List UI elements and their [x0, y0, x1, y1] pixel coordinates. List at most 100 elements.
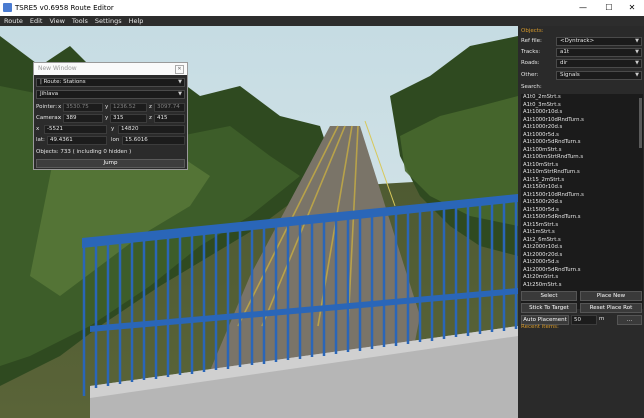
object-list-item[interactable]: A1t2_6mStrt.s [521, 237, 638, 245]
chevron-down-icon: ▼ [178, 79, 182, 85]
camera-x-axis: x [58, 115, 62, 121]
object-list-item[interactable]: A1t0_3mStrt.s [521, 102, 638, 110]
object-list-item[interactable]: A1t1500r5d.s [521, 207, 638, 215]
other-combo[interactable]: Signals ▼ [556, 71, 642, 80]
place-combo-value: Jihlava [40, 91, 59, 97]
stick-to-target-button[interactable]: Stick To Target [521, 303, 577, 313]
tracks-combo[interactable]: a1t ▼ [556, 48, 642, 57]
camera-x-field[interactable]: 389 [63, 114, 103, 123]
object-list-item[interactable]: A1t10mStrtRndTurn.s [521, 169, 638, 177]
title-bar: TSRE5 v0.6958 Route Editor — ☐ ✕ [0, 0, 644, 16]
object-list-item[interactable]: A1t2000r5d.s [521, 259, 638, 267]
object-list-item[interactable]: A1t2000r20d.s [521, 252, 638, 260]
recent-items-label: Recent items: [521, 324, 559, 330]
reset-place-rot-button[interactable]: Reset Place Rot [580, 303, 642, 313]
object-list-item[interactable]: A1t1500r10dRndTurn.s [521, 192, 638, 200]
auto-placement-unit: m [599, 316, 605, 322]
chevron-down-icon: ▼ [635, 49, 639, 55]
object-list-item[interactable]: A1t2000r10d.s [521, 244, 638, 252]
objects-panel: Objects: Ref file: <Dyntrack> ▼ Tracks: … [518, 26, 644, 418]
camera-y-axis: y [105, 115, 109, 121]
object-list-item[interactable]: A1t15_2mStrt.s [521, 177, 638, 185]
route-combo-value: | Route: Stations [40, 79, 86, 85]
chevron-down-icon: ▼ [635, 72, 639, 78]
tracks-value: a1t [560, 49, 570, 55]
3d-viewport[interactable]: New Window ✕ | Route: Stations ▼ Jihlava… [0, 26, 518, 418]
x-field[interactable]: -5521 [44, 125, 107, 134]
object-list-item[interactable]: A1t100mStrt.s [521, 147, 638, 155]
search-label: Search: [521, 84, 542, 90]
lat-label: lat: [36, 137, 45, 143]
scrollbar-thumb[interactable] [639, 98, 642, 148]
camera-y-field[interactable]: 315 [110, 114, 147, 123]
lat-field[interactable]: 49.4361 [47, 136, 107, 145]
pointer-x-field: 3530.75 [63, 103, 103, 112]
close-button[interactable]: ✕ [622, 2, 642, 14]
y-field[interactable]: 14820 [118, 125, 185, 134]
new-window-titlebar[interactable]: New Window ✕ [34, 63, 187, 75]
object-list[interactable]: A1t0_2mStrt.s A1t0_3mStrt.s A1t1000r10d.s A… [521, 94, 638, 309]
new-window-dialog: New Window ✕ | Route: Stations ▼ Jihlava… [33, 62, 188, 170]
maximize-button[interactable]: ☐ [599, 2, 619, 14]
app-icon [3, 3, 12, 12]
menu-edit[interactable]: Edit [26, 16, 46, 25]
new-window-close-button[interactable]: ✕ [175, 65, 184, 74]
object-list-item[interactable]: A1t100mStrtRndTurn.s [521, 154, 638, 162]
camera-z-axis: z [149, 115, 152, 121]
menu-view[interactable]: View [45, 16, 67, 25]
jump-button[interactable]: Jump [36, 159, 185, 168]
object-list-item[interactable]: A1t1000r5dRndTurn.s [521, 139, 638, 147]
object-list-item[interactable]: A1t1000r10d.s [521, 109, 638, 117]
roads-value: dir [560, 60, 568, 66]
ref-file-label: Ref file: [521, 38, 542, 44]
object-list-item[interactable]: A1t1500r10d.s [521, 184, 638, 192]
lon-field[interactable]: 15.6016 [122, 136, 185, 145]
object-list-item[interactable]: A1t1500r20d.s [521, 199, 638, 207]
camera-label: Camera: [36, 115, 60, 121]
menu-bar: Route Edit View Tools Settings Help [0, 16, 644, 26]
route-combo[interactable]: | Route: Stations ▼ [36, 78, 185, 87]
pointer-label: Pointer: [36, 104, 58, 110]
tracks-label: Tracks: [521, 49, 541, 55]
pointer-z-field: 3097.74 [154, 103, 185, 112]
menu-help[interactable]: Help [125, 16, 147, 25]
object-list-item[interactable]: A1t1000r10dRndTurn.s [521, 117, 638, 125]
pointer-y-axis: y [105, 104, 109, 110]
other-label: Other: [521, 72, 539, 78]
pointer-z-axis: z [149, 104, 152, 110]
object-list-item[interactable]: A1t0_2mStrt.s [521, 94, 638, 102]
auto-placement-distance[interactable]: 50 [571, 315, 597, 325]
object-list-item[interactable]: A1t15mStrt.s [521, 222, 638, 230]
object-list-item[interactable]: A1t1000r5d.s [521, 132, 638, 140]
place-combo[interactable]: Jihlava ▼ [36, 90, 185, 99]
chevron-down-icon: ▼ [635, 60, 639, 66]
menu-tools[interactable]: Tools [68, 16, 91, 25]
place-new-button[interactable]: Place New [580, 291, 642, 301]
x-label: x [36, 126, 40, 132]
chevron-down-icon: ▼ [178, 91, 182, 97]
ref-file-value: <Dyntrack> [560, 38, 595, 44]
y-label: y [111, 126, 115, 132]
object-list-item[interactable]: A1t20mStrt.s [521, 274, 638, 282]
new-window-title: New Window [38, 65, 77, 72]
menu-settings[interactable]: Settings [91, 16, 125, 25]
roads-combo[interactable]: dir ▼ [556, 59, 642, 68]
minimize-button[interactable]: — [573, 2, 593, 14]
ref-file-combo[interactable]: <Dyntrack> ▼ [556, 37, 642, 46]
object-list-item[interactable]: A1t10mStrt.s [521, 162, 638, 170]
pointer-x-axis: x [58, 104, 62, 110]
menu-route[interactable]: Route [0, 16, 26, 25]
more-options-button[interactable]: ... [617, 315, 642, 325]
object-list-item[interactable]: A1t1000r20d.s [521, 124, 638, 132]
object-list-item[interactable]: A1t2000r5dRndTurn.s [521, 267, 638, 275]
object-list-item[interactable]: A1t250mStrt.s [521, 282, 638, 290]
select-button[interactable]: Select [521, 291, 577, 301]
object-list-item[interactable]: A1t1500r5dRndTurn.s [521, 214, 638, 222]
objects-count: Objects: 733 ( including 0 hidden ) [36, 149, 132, 155]
pointer-y-field: 1236.52 [110, 103, 147, 112]
object-list-scrollbar[interactable] [638, 94, 643, 309]
object-list-item[interactable]: A1t1mStrt.s [521, 229, 638, 237]
other-value: Signals [560, 72, 580, 78]
chevron-down-icon: ▼ [635, 38, 639, 44]
camera-z-field[interactable]: 415 [154, 114, 185, 123]
